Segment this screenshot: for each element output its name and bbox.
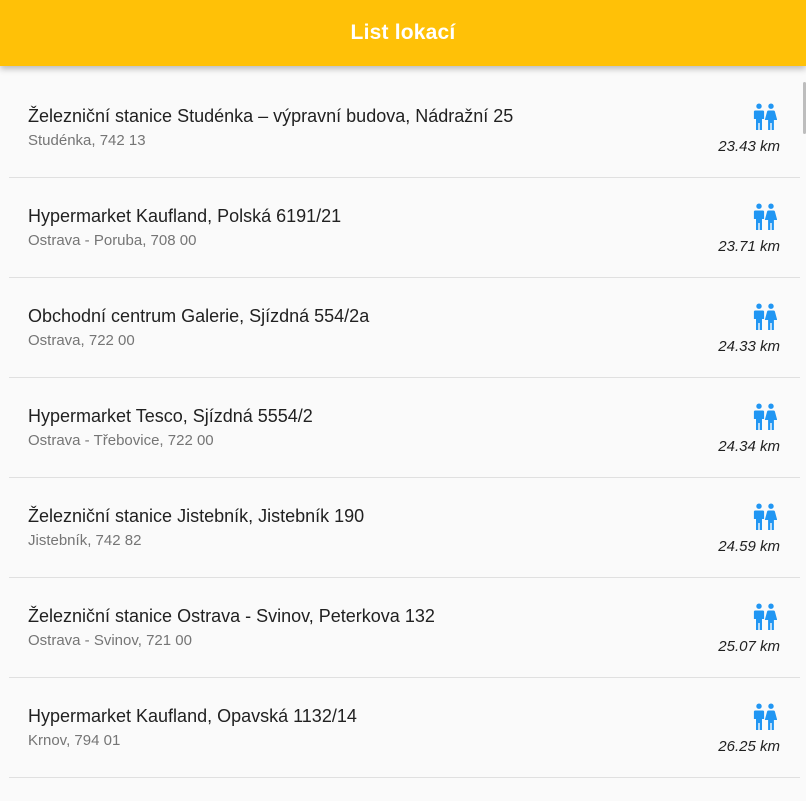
restroom-icon — [753, 603, 777, 630]
list-item[interactable]: Železniční stanice Jistebník, Jistebník … — [9, 478, 800, 578]
location-address: Ostrava, 722 00 — [28, 332, 135, 349]
location-address: Ostrava - Svinov, 721 00 — [28, 632, 192, 649]
location-title: Železniční stanice Studénka – výpravní b… — [28, 106, 514, 126]
location-address: Studénka, 742 13 — [28, 132, 146, 149]
restroom-icon — [753, 703, 777, 730]
location-title: Hypermarket Kaufland, Polská 6191/21 — [28, 206, 342, 226]
list-item[interactable]: Hypermarket Tesco, Sjízdná 5554/2 Ostrav… — [9, 378, 800, 478]
location-distance: 24.33 km — [718, 338, 780, 355]
location-address: Krnov, 794 01 — [28, 732, 121, 749]
location-distance: 24.34 km — [718, 438, 780, 455]
location-title: Železniční stanice Jistebník, Jistebník … — [28, 506, 365, 526]
restroom-icon — [753, 403, 777, 430]
app-bar: List lokací — [0, 0, 806, 66]
restroom-icon — [753, 503, 777, 530]
list-item[interactable]: Železniční stanice Studénka – výpravní b… — [9, 78, 800, 178]
list-item[interactable]: Hypermarket Kaufland, Opavská 1132/14 Kr… — [9, 678, 800, 778]
location-address: Ostrava - Poruba, 708 00 — [28, 232, 197, 249]
location-distance: 24.59 km — [718, 538, 780, 555]
app-screen: List lokací Železniční stanice Studénka … — [0, 0, 806, 801]
location-list[interactable]: Železniční stanice Studénka – výpravní b… — [9, 78, 800, 778]
location-address: Ostrava - Třebovice, 722 00 — [28, 432, 214, 449]
list-item[interactable]: Obchodní centrum Galerie, Sjízdná 554/2a… — [9, 278, 800, 378]
location-title: Hypermarket Kaufland, Opavská 1132/14 — [28, 706, 357, 726]
location-address: Jistebník, 742 82 — [28, 532, 142, 549]
list-item[interactable]: Železniční stanice Ostrava - Svinov, Pet… — [9, 578, 800, 678]
location-title: Obchodní centrum Galerie, Sjízdná 554/2a — [28, 306, 370, 326]
restroom-icon — [753, 103, 777, 130]
page-title: List lokací — [350, 21, 456, 44]
location-distance: 23.71 km — [718, 238, 780, 255]
list-item[interactable]: Hypermarket Kaufland, Polská 6191/21 Ost… — [9, 178, 800, 278]
location-distance: 25.07 km — [718, 638, 780, 655]
restroom-icon — [753, 203, 777, 230]
location-title: Hypermarket Tesco, Sjízdná 5554/2 — [28, 406, 313, 426]
location-distance: 26.25 km — [718, 738, 780, 755]
restroom-icon — [753, 303, 777, 330]
location-title: Železniční stanice Ostrava - Svinov, Pet… — [28, 606, 435, 626]
location-distance: 23.43 km — [718, 138, 780, 155]
